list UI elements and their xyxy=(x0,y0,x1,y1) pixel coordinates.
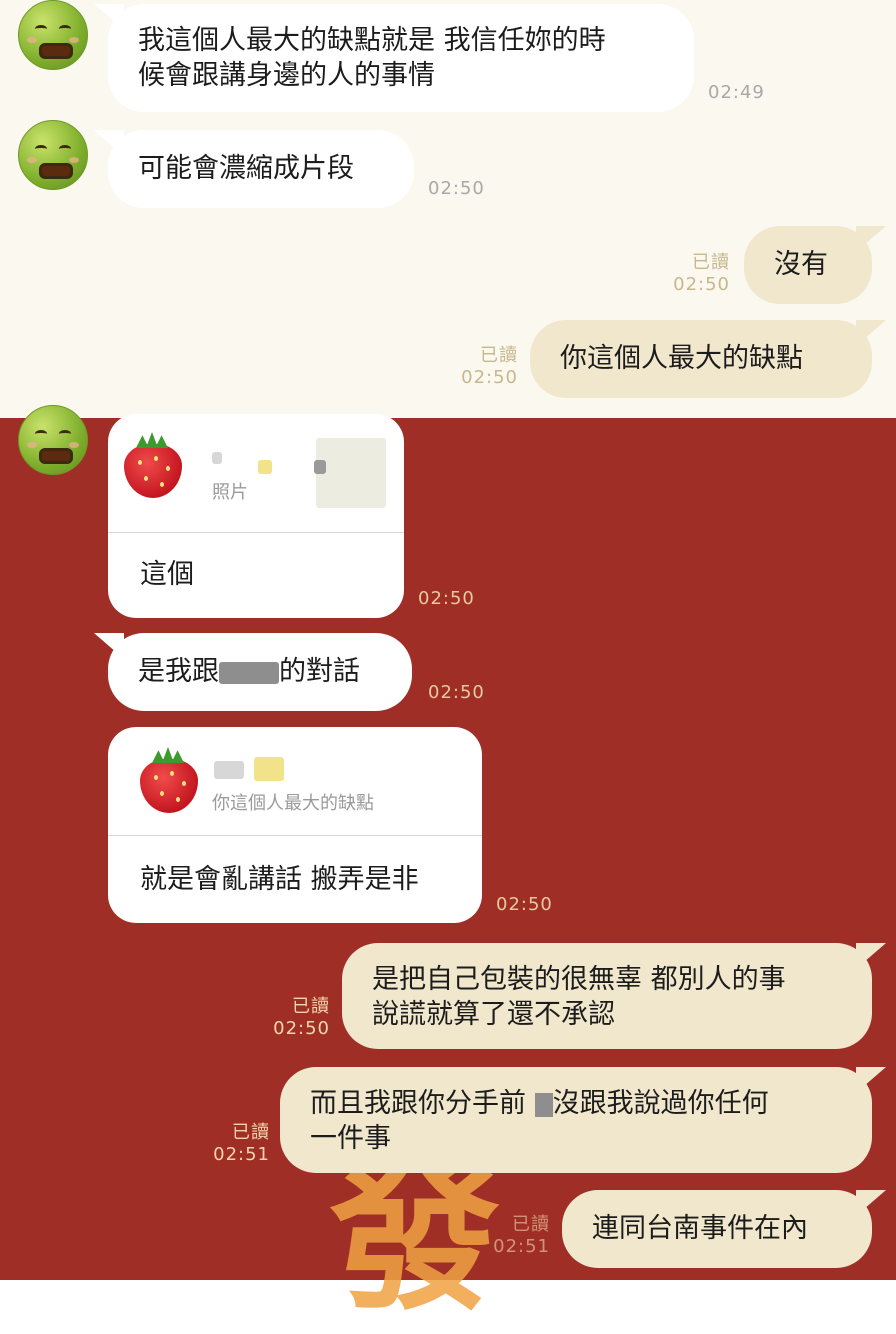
message-bubble[interactable]: 可能會濃縮成片段 xyxy=(108,130,414,208)
contact-avatar-nauseated-face-icon[interactable] xyxy=(18,120,88,190)
quoted-caption: 你這個人最大的缺點 xyxy=(212,793,374,814)
redacted-image xyxy=(316,438,386,508)
message-text: 是把自己包裝的很無辜 都別人的事 說謊就算了還不承認 xyxy=(372,964,786,1030)
quoted-message[interactable]: 照片 xyxy=(108,414,404,533)
redacted-name xyxy=(258,460,272,474)
redacted-name xyxy=(214,761,244,779)
message-time: 02:50 xyxy=(418,588,475,609)
message-text: 而且我跟你分手前 沒跟我說過你任何 一件事 xyxy=(310,1088,769,1154)
reply-message-card[interactable]: 你這個人最大的缺點 就是會亂講話 搬弄是非 xyxy=(108,727,482,923)
reply-message-card[interactable]: 照片 這個 xyxy=(108,414,404,618)
message-time: 02:50 xyxy=(428,178,485,199)
read-receipt: 已讀 02:50 xyxy=(273,996,330,1039)
redacted-name xyxy=(212,452,222,464)
message-text: 你這個人最大的缺點 xyxy=(560,343,803,374)
strawberry-icon xyxy=(122,432,184,498)
strawberry-icon xyxy=(138,747,200,813)
contact-avatar-nauseated-face-icon[interactable] xyxy=(18,405,88,475)
read-receipt: 已讀 02:51 xyxy=(213,1122,270,1165)
message-text: 可能會濃縮成片段 xyxy=(138,153,354,184)
read-receipt: 已讀 02:50 xyxy=(673,252,730,295)
contact-avatar-nauseated-face-icon[interactable] xyxy=(18,0,88,70)
message-bubble[interactable]: 連同台南事件在內 xyxy=(562,1190,872,1268)
redacted-image xyxy=(314,460,326,474)
message-time: 02:49 xyxy=(708,82,765,103)
message-text: 連同台南事件在內 xyxy=(592,1213,808,1244)
message-time: 02:50 xyxy=(496,894,553,915)
message-time: 02:50 xyxy=(428,682,485,703)
message-bubble[interactable]: 是把自己包裝的很無辜 都別人的事 說謊就算了還不承認 xyxy=(342,943,872,1049)
redacted-name xyxy=(534,1092,553,1117)
read-receipt: 已讀 02:51 xyxy=(493,1214,550,1257)
message-bubble[interactable]: 而且我跟你分手前 沒跟我說過你任何 一件事 xyxy=(280,1067,872,1173)
redacted-name xyxy=(254,757,284,781)
message-bubble[interactable]: 沒有 xyxy=(744,226,872,304)
read-receipt: 已讀 02:50 xyxy=(461,345,518,388)
message-text: 是我跟 的對話 xyxy=(138,656,360,687)
message-text: 我這個人最大的缺點就是 我信任妳的時 候會跟講身邊的人的事情 xyxy=(138,25,606,91)
redacted-name xyxy=(219,661,279,684)
quoted-message[interactable]: 你這個人最大的缺點 xyxy=(108,727,482,836)
message-bubble[interactable]: 你這個人最大的缺點 xyxy=(530,320,872,398)
message-text: 這個 xyxy=(140,559,194,590)
quoted-caption: 照片 xyxy=(212,482,248,503)
message-bubble[interactable]: 是我跟 的對話 xyxy=(108,633,412,711)
message-text: 就是會亂講話 搬弄是非 xyxy=(140,864,419,895)
message-text: 沒有 xyxy=(774,249,828,280)
message-bubble[interactable]: 我這個人最大的缺點就是 我信任妳的時 候會跟講身邊的人的事情 xyxy=(108,4,694,112)
background-decoration: 發 xyxy=(330,1136,501,1334)
